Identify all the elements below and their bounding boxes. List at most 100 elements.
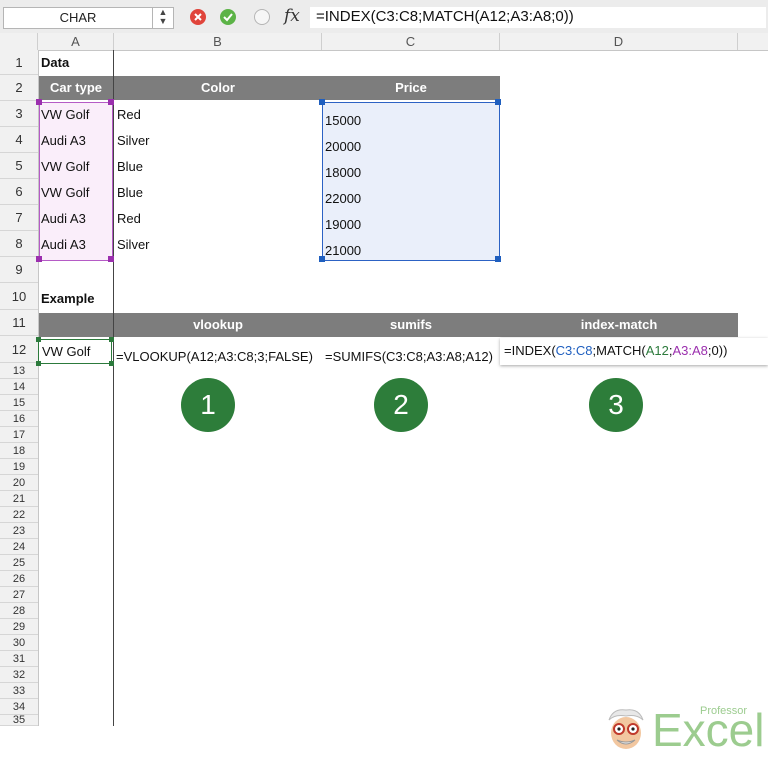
row-header[interactable]: 1 [0, 50, 38, 75]
badge-1: 1 [181, 378, 235, 432]
row-header[interactable]: 25 [0, 555, 38, 571]
row-header[interactable]: 2 [0, 75, 38, 101]
column-header-d[interactable]: D [500, 33, 738, 50]
formula-part: =INDEX( [504, 343, 556, 358]
row-header[interactable]: 8 [0, 231, 38, 257]
column-header-a[interactable]: A [38, 33, 114, 50]
cell-b12[interactable]: =VLOOKUP(A12;A3:C8;3;FALSE) [116, 349, 313, 364]
column-header-b[interactable]: B [114, 33, 322, 50]
formula-range-ref: A3:A8 [672, 343, 707, 358]
professor-logo-icon [603, 706, 649, 752]
formula-cell-ref: A12 [646, 343, 669, 358]
header-sumifs: sumifs [322, 313, 500, 337]
cell-b8[interactable]: Silver [117, 237, 150, 252]
column-header-c[interactable]: C [322, 33, 500, 50]
select-all-corner[interactable] [0, 33, 38, 50]
row-header[interactable]: 26 [0, 571, 38, 587]
fx-label[interactable]: fx [284, 6, 300, 26]
range-handle[interactable] [109, 361, 114, 366]
cell-a3[interactable]: VW Golf [41, 107, 89, 122]
confirm-icon[interactable] [220, 9, 236, 25]
range-handle[interactable] [108, 99, 114, 105]
range-handle[interactable] [495, 256, 501, 262]
row-header[interactable]: 30 [0, 635, 38, 651]
header-index-match: index-match [500, 313, 738, 337]
range-handle[interactable] [36, 337, 41, 342]
cell-b6[interactable]: Blue [117, 185, 143, 200]
row-header[interactable]: 18 [0, 443, 38, 459]
header-price: Price [322, 76, 500, 100]
range-handle[interactable] [319, 99, 325, 105]
formula-text: =INDEX(C3:C8;MATCH(A12;A3:A8;0)) [316, 8, 574, 25]
header-vlookup: vlookup [114, 313, 322, 337]
data-title: Data [41, 55, 69, 70]
row-header[interactable]: 31 [0, 651, 38, 667]
range-handle[interactable] [36, 256, 42, 262]
cell-c4[interactable]: 20000 [325, 139, 361, 154]
row-header[interactable]: 10 [0, 283, 38, 310]
row-header[interactable]: 32 [0, 667, 38, 683]
cell-c5[interactable]: 18000 [325, 165, 361, 180]
column-divider [113, 50, 114, 726]
row-header[interactable]: 7 [0, 205, 38, 231]
name-box-stepper-icon[interactable]: ▲▼ [152, 7, 174, 29]
range-handle[interactable] [495, 99, 501, 105]
row-header[interactable]: 12 [0, 336, 38, 363]
cell-b7[interactable]: Red [117, 211, 141, 226]
row-header[interactable]: 19 [0, 459, 38, 475]
cell-b5[interactable]: Blue [117, 159, 143, 174]
row-header[interactable]: 21 [0, 491, 38, 507]
row-header[interactable]: 20 [0, 475, 38, 491]
lookup-value: VW Golf [42, 344, 90, 359]
cell-a7[interactable]: Audi A3 [41, 211, 86, 226]
formula-input[interactable]: =INDEX(C3:C8;MATCH(A12;A3:A8;0)) [310, 7, 766, 28]
row-header[interactable]: 9 [0, 257, 38, 283]
row-header[interactable]: 11 [0, 310, 38, 336]
row-header[interactable]: 5 [0, 153, 38, 179]
cell-c3[interactable]: 15000 [325, 113, 361, 128]
range-handle[interactable] [36, 99, 42, 105]
cell-a5[interactable]: VW Golf [41, 159, 89, 174]
row-header[interactable]: 33 [0, 683, 38, 699]
row-header[interactable]: 34 [0, 699, 38, 715]
cell-c6[interactable]: 22000 [325, 191, 361, 206]
cancel-icon[interactable] [190, 9, 206, 25]
cell-a4[interactable]: Audi A3 [41, 133, 86, 148]
cell-b3[interactable]: Red [117, 107, 141, 122]
cell-b4[interactable]: Silver [117, 133, 150, 148]
formula-part: ;0)) [708, 343, 728, 358]
row-header[interactable]: 14 [0, 379, 38, 395]
header-blank [39, 313, 113, 337]
name-box-value: CHAR [4, 10, 152, 25]
formula-range-ref: C3:C8 [556, 343, 593, 358]
row-header[interactable]: 16 [0, 411, 38, 427]
badge-3: 3 [589, 378, 643, 432]
cell-d12-editor[interactable]: =INDEX(C3:C8;MATCH(A12;A3:A8;0)) [500, 338, 768, 365]
row-header[interactable]: 13 [0, 363, 38, 379]
row-header[interactable]: 3 [0, 101, 38, 127]
column-headers: A B C D [0, 33, 768, 51]
cell-a8[interactable]: Audi A3 [41, 237, 86, 252]
range-handle[interactable] [109, 337, 114, 342]
row-header[interactable]: 4 [0, 127, 38, 153]
cell-c12[interactable]: =SUMIFS(C3:C8;A3:A8;A12) [325, 349, 493, 364]
function-wizard-icon[interactable] [254, 9, 270, 25]
row-header[interactable]: 22 [0, 507, 38, 523]
row-header[interactable]: 17 [0, 427, 38, 443]
name-box[interactable]: CHAR [3, 7, 153, 29]
cell-c7[interactable]: 19000 [325, 217, 361, 232]
row-header[interactable]: 15 [0, 395, 38, 411]
range-handle[interactable] [108, 256, 114, 262]
range-handle[interactable] [36, 361, 41, 366]
row-header[interactable]: 28 [0, 603, 38, 619]
row-header[interactable]: 27 [0, 587, 38, 603]
row-header[interactable]: 24 [0, 539, 38, 555]
row-header[interactable]: 23 [0, 523, 38, 539]
formula-bar: CHAR ▲▼ fx =INDEX(C3:C8;MATCH(A12;A3:A8;… [0, 0, 768, 34]
row-header[interactable]: 29 [0, 619, 38, 635]
row-header[interactable]: 6 [0, 179, 38, 205]
cell-c8[interactable]: 21000 [325, 243, 361, 258]
cell-a6[interactable]: VW Golf [41, 185, 89, 200]
row-header[interactable]: 35 [0, 715, 38, 726]
formula-part: ;MATCH( [593, 343, 646, 358]
